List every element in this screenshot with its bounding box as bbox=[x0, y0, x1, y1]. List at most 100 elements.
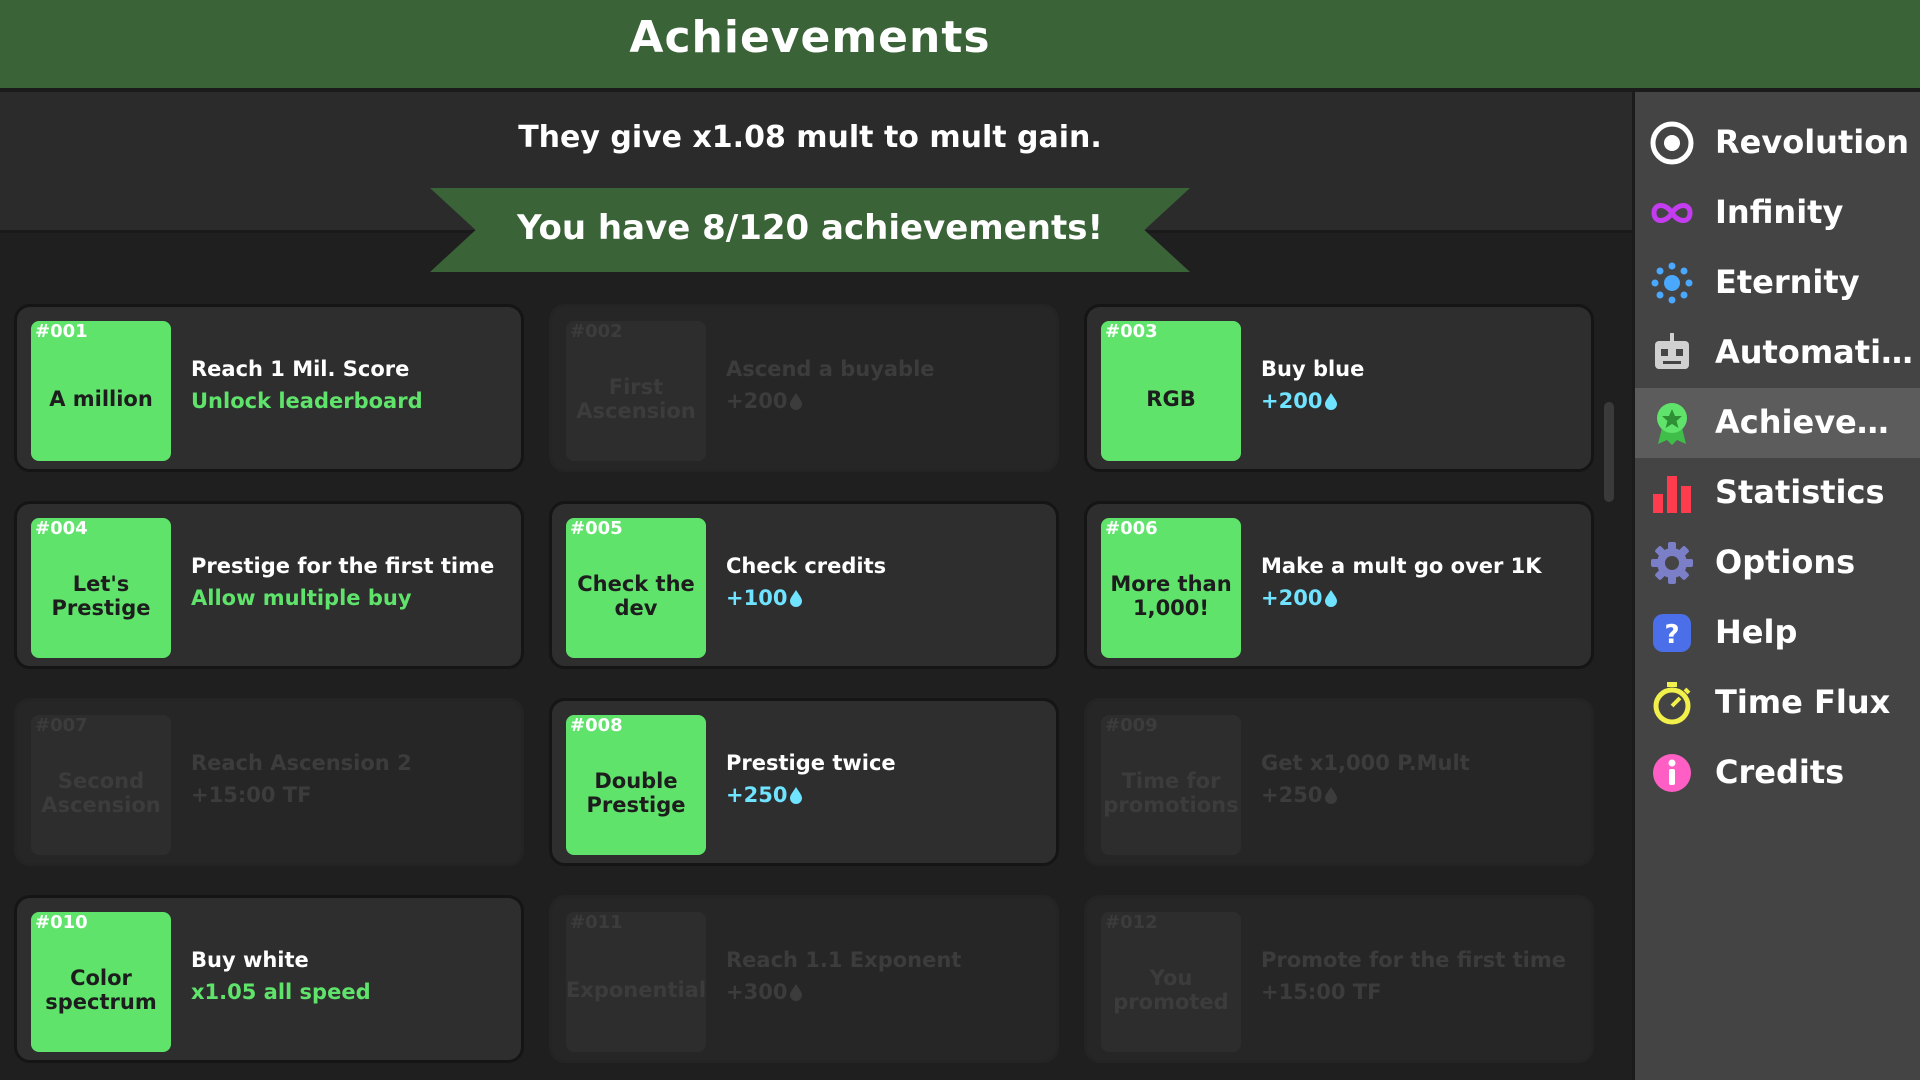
achievement-tile: #001 A million bbox=[31, 321, 171, 461]
drop-icon bbox=[1325, 787, 1338, 804]
achievement-name: First Ascension bbox=[576, 375, 696, 423]
reward-text: +300 bbox=[726, 980, 788, 1004]
scrollbar-thumb[interactable] bbox=[1604, 402, 1614, 502]
info-icon bbox=[1653, 754, 1691, 792]
achievement-card-locked[interactable]: #009 Time for promotions Get x1,000 P.Mu… bbox=[1084, 698, 1594, 866]
achievement-number: #008 bbox=[570, 715, 623, 736]
achievement-name: Color spectrum bbox=[45, 966, 157, 1014]
achievement-card-locked[interactable]: #011 Exponential Reach 1.1 Exponent +300 bbox=[549, 895, 1059, 1063]
achievement-number: #009 bbox=[1105, 715, 1158, 736]
achievement-reward: +200 bbox=[726, 389, 803, 413]
achievement-number: #005 bbox=[570, 518, 623, 539]
progress-text: You have 8/120 achievements! bbox=[517, 208, 1103, 248]
sidebar-item-help[interactable]: ? Help bbox=[1635, 598, 1920, 668]
achievement-tile: #010 Color spectrum bbox=[31, 912, 171, 1052]
sidebar-item-label: Options bbox=[1715, 543, 1856, 581]
achievement-number: #012 bbox=[1105, 912, 1158, 933]
achievement-number: #010 bbox=[35, 912, 88, 933]
sidebar-item-eternity[interactable]: Eternity bbox=[1635, 248, 1920, 318]
achievement-description: Check credits bbox=[726, 554, 887, 578]
achievement-number: #002 bbox=[570, 321, 623, 342]
achievement-tile: #004 Let's Prestige bbox=[31, 518, 171, 658]
achievement-name: Exponential bbox=[565, 978, 707, 1002]
achievement-description: Reach Ascension 2 bbox=[191, 751, 412, 775]
sidebar-item-label: Credits bbox=[1715, 753, 1845, 791]
sidebar-item-label: Achievem... bbox=[1715, 403, 1920, 441]
header-bar: Achievements bbox=[0, 0, 1920, 92]
achievement-name: More than 1,000! bbox=[1110, 572, 1232, 620]
achievement-tile: #005 Check the dev bbox=[566, 518, 706, 658]
achievement-card[interactable]: #006 More than 1,000! Make a mult go ove… bbox=[1084, 501, 1594, 669]
sidebar-item-label: Revolution bbox=[1715, 123, 1909, 161]
drop-icon bbox=[790, 590, 803, 607]
sidebar-item-options[interactable]: Options bbox=[1635, 528, 1920, 598]
mult-info-text: They give x1.08 mult to mult gain. bbox=[518, 120, 1102, 155]
sidebar-item-revolution[interactable]: Revolution bbox=[1635, 108, 1920, 178]
achievement-tile: #008 Double Prestige bbox=[566, 715, 706, 855]
achievement-card[interactable]: #005 Check the dev Check credits +100 bbox=[549, 501, 1059, 669]
achievement-description: Reach 1 Mil. Score bbox=[191, 357, 410, 381]
achievement-reward: +250 bbox=[726, 783, 803, 807]
reward-text: +200 bbox=[1261, 389, 1323, 413]
achievement-reward: Allow multiple buy bbox=[191, 586, 412, 610]
sidebar-item-label: Eternity bbox=[1715, 263, 1860, 301]
achievement-number: #004 bbox=[35, 518, 88, 539]
achievement-card-locked[interactable]: #012 You promoted Promote for the first … bbox=[1084, 895, 1594, 1063]
achievement-name: Double Prestige bbox=[586, 769, 686, 817]
sidebar-item-label: Automations bbox=[1715, 333, 1920, 371]
achievement-reward: +15:00 TF bbox=[1261, 980, 1381, 1004]
achievement-description: Make a mult go over 1K bbox=[1261, 554, 1542, 578]
achievement-name: RGB bbox=[1146, 387, 1196, 411]
achievement-description: Reach 1.1 Exponent bbox=[726, 948, 962, 972]
achievement-reward: +300 bbox=[726, 980, 803, 1004]
achievement-description: Prestige twice bbox=[726, 751, 896, 775]
sidebar-item-time-flux[interactable]: Time Flux bbox=[1635, 668, 1920, 738]
achievement-tile: #012 You promoted bbox=[1101, 912, 1241, 1052]
sidebar-item-label: Statistics bbox=[1715, 473, 1885, 511]
sidebar-item-infinity[interactable]: Infinity bbox=[1635, 178, 1920, 248]
drop-icon bbox=[790, 787, 803, 804]
achievement-description: Buy white bbox=[191, 948, 309, 972]
achievement-card[interactable]: #004 Let's Prestige Prestige for the fir… bbox=[14, 501, 524, 669]
achievement-reward: x1.05 all speed bbox=[191, 980, 371, 1004]
page-title: Achievements bbox=[629, 12, 991, 63]
achievement-number: #001 bbox=[35, 321, 88, 342]
achievement-reward: +200 bbox=[1261, 586, 1338, 610]
drop-icon bbox=[1325, 393, 1338, 410]
achievement-reward: +250 bbox=[1261, 783, 1338, 807]
achievement-description: Promote for the first time bbox=[1261, 948, 1566, 972]
achievement-number: #011 bbox=[570, 912, 623, 933]
achievement-description: Prestige for the first time bbox=[191, 554, 495, 578]
achievement-tile: #002 First Ascension bbox=[566, 321, 706, 461]
achievement-card-locked[interactable]: #007 Second Ascension Reach Ascension 2 … bbox=[14, 698, 524, 866]
achievement-tile: #003 RGB bbox=[1101, 321, 1241, 461]
sidebar-item-automations[interactable]: Automations bbox=[1635, 318, 1920, 388]
achievement-reward: Unlock leaderboard bbox=[191, 389, 423, 413]
gear-icon bbox=[1651, 542, 1693, 584]
sidebar-item-statistics[interactable]: Statistics bbox=[1635, 458, 1920, 528]
achievement-card[interactable]: #001 A million Reach 1 Mil. Score Unlock… bbox=[14, 304, 524, 472]
medal-icon bbox=[1657, 403, 1687, 445]
stopwatch-icon bbox=[1653, 682, 1691, 725]
sidebar-item-credits[interactable]: Credits bbox=[1635, 738, 1920, 808]
reward-text: +250 bbox=[726, 783, 788, 807]
achievements-panel: They give x1.08 mult to mult gain. You h… bbox=[0, 92, 1632, 1080]
achievement-number: #007 bbox=[35, 715, 88, 736]
achievement-description: Get x1,000 P.Mult bbox=[1261, 751, 1470, 775]
question-icon: ? bbox=[1653, 614, 1691, 652]
sidebar-item-label: Help bbox=[1715, 613, 1798, 651]
sidebar-item-achievements[interactable]: Achievem... bbox=[1635, 388, 1920, 458]
achievement-card[interactable]: #003 RGB Buy blue +200 bbox=[1084, 304, 1594, 472]
eternity-icon bbox=[1651, 262, 1693, 304]
drop-icon bbox=[1325, 590, 1338, 607]
achievement-card[interactable]: #008 Double Prestige Prestige twice +250 bbox=[549, 698, 1059, 866]
achievement-reward: +100 bbox=[726, 586, 803, 610]
achievement-number: #003 bbox=[1105, 321, 1158, 342]
robot-icon bbox=[1655, 333, 1689, 369]
achievement-card[interactable]: #010 Color spectrum Buy white x1.05 all … bbox=[14, 895, 524, 1063]
achievement-description: Buy blue bbox=[1261, 357, 1365, 381]
svg-text:?: ? bbox=[1664, 620, 1679, 650]
achievement-name: Second Ascension bbox=[41, 769, 161, 817]
reward-text: +200 bbox=[1261, 586, 1323, 610]
achievement-card-locked[interactable]: #002 First Ascension Ascend a buyable +2… bbox=[549, 304, 1059, 472]
